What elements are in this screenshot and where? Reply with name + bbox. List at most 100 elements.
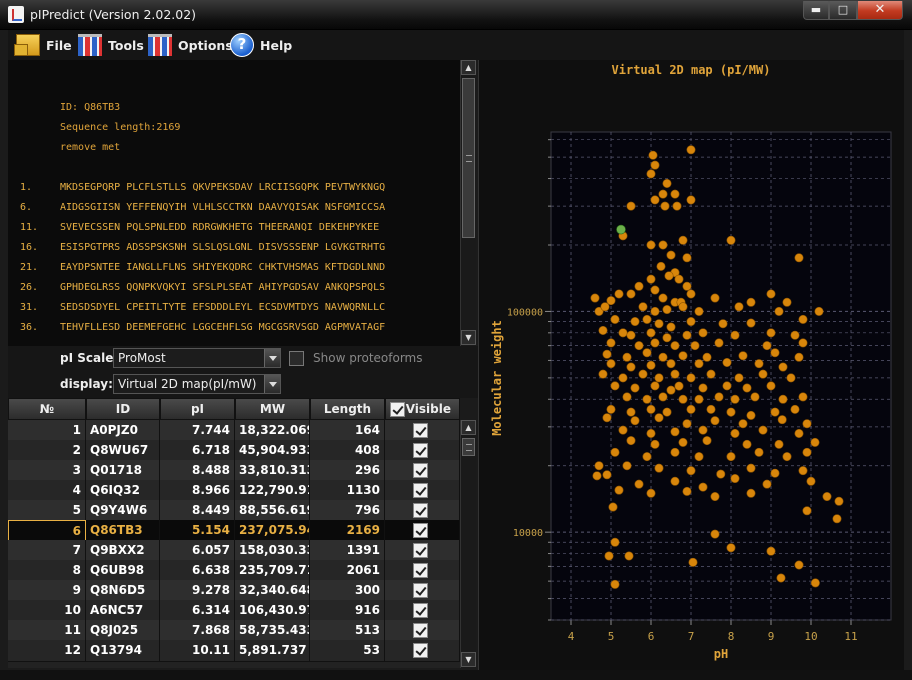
data-point	[646, 360, 656, 370]
table-row[interactable]: 5 Q9Y4W6 8.449 88,556.619 796	[8, 500, 460, 522]
visible-checkbox[interactable]	[413, 623, 428, 638]
data-point	[726, 452, 736, 462]
y-axis-label: Molecular weight	[490, 320, 504, 436]
cell-pi: 5.154	[160, 520, 235, 542]
data-point	[774, 306, 784, 316]
scroll-up-button[interactable]: ▲	[461, 420, 476, 435]
minimize-button[interactable]: ▬	[803, 1, 829, 20]
visible-checkbox[interactable]	[413, 643, 428, 658]
data-point	[734, 373, 744, 383]
column-header-mw[interactable]: MW	[235, 398, 310, 420]
visible-checkbox[interactable]	[413, 463, 428, 478]
data-point	[646, 404, 656, 414]
visible-checkbox[interactable]	[413, 483, 428, 498]
data-point	[698, 328, 708, 338]
visible-checkbox[interactable]	[413, 443, 428, 458]
cell-mw: 33,810.313	[235, 460, 310, 482]
data-point	[606, 404, 616, 414]
visible-checkbox[interactable]	[413, 583, 428, 598]
table-scrollbar[interactable]: ▲ ▼	[460, 420, 476, 668]
virtual-2d-map-chart[interactable]: 4 5 6 7 8 9 10 11 10000 100000 Virtual 2D map (pI/…	[479, 60, 905, 670]
data-point	[662, 407, 672, 417]
data-point	[766, 328, 776, 338]
scroll-thumb[interactable]	[462, 78, 475, 238]
menu-help[interactable]: ? Help	[230, 33, 292, 57]
column-header-pi[interactable]: pI	[160, 398, 235, 420]
table-row[interactable]: 2 Q8WU67 6.718 45,904.933 408	[8, 440, 460, 462]
scroll-thumb[interactable]	[462, 438, 475, 456]
pi-scale-select[interactable]: ProMost	[113, 348, 281, 368]
data-point	[682, 281, 692, 291]
select-all-visible-checkbox[interactable]	[390, 402, 405, 417]
cell-length: 408	[310, 440, 385, 462]
data-point	[646, 240, 656, 250]
data-point	[638, 302, 648, 312]
table-row[interactable]: 10A6NC576.314106,430.973916	[8, 600, 460, 622]
table-row[interactable]: 3 Q01718 8.488 33,810.313 296	[8, 460, 460, 482]
table-row[interactable]: 4Q6IQ328.966122,790.9141130	[8, 480, 460, 502]
visible-checkbox[interactable]	[413, 523, 428, 538]
menu-tools-label: Tools	[108, 37, 144, 53]
cell-id: Q6UB98	[86, 560, 160, 582]
column-header-number[interactable]: №	[8, 398, 86, 420]
data-point	[758, 425, 768, 435]
show-proteoforms-checkbox[interactable]	[289, 351, 304, 366]
sequence-text-area[interactable]: ID: Q86TB3 Sequence length:2169 remove m…	[8, 60, 460, 346]
data-point	[794, 428, 804, 438]
menu-tools[interactable]: Tools	[78, 33, 144, 57]
cell-pi: 7.744	[160, 420, 235, 442]
cell-id: Q6IQ32	[86, 480, 160, 502]
menu-options[interactable]: Options	[148, 33, 233, 57]
menu-file[interactable]: File	[14, 33, 72, 57]
column-header-length[interactable]: Length	[310, 398, 385, 420]
sequence-scrollbar[interactable]: ▲ ▼	[460, 60, 476, 346]
visible-checkbox[interactable]	[413, 563, 428, 578]
visible-checkbox[interactable]	[413, 543, 428, 558]
table-row[interactable]: 6Q86TB35.154237,075.9472169	[8, 520, 460, 542]
visible-checkbox[interactable]	[413, 503, 428, 518]
cell-length: 1130	[310, 480, 385, 502]
table-row[interactable]: 8Q6UB986.638235,709.7112061	[8, 560, 460, 582]
data-point	[672, 201, 682, 211]
data-point	[710, 492, 720, 502]
cell-number: 1	[8, 420, 86, 442]
data-point	[670, 189, 680, 199]
cell-id: A0PJZ0	[86, 420, 160, 442]
visible-checkbox[interactable]	[413, 423, 428, 438]
data-point	[722, 358, 732, 368]
column-header-visible[interactable]: Visible	[385, 398, 460, 420]
data-point	[626, 330, 636, 340]
cell-length: 164	[310, 420, 385, 442]
scroll-down-button[interactable]: ▼	[461, 330, 476, 345]
data-point	[794, 352, 804, 362]
scroll-down-button[interactable]: ▼	[461, 652, 476, 667]
cell-mw: 122,790.914	[235, 480, 310, 502]
data-point	[626, 436, 636, 446]
data-point	[686, 317, 696, 327]
sequence-length: Sequence length:2169	[60, 122, 181, 133]
data-point	[706, 404, 716, 414]
data-point	[730, 428, 740, 438]
table-row[interactable]: 11 Q8J025 7.868 58,735.433 513	[8, 620, 460, 642]
data-point	[642, 394, 652, 404]
data-point	[622, 461, 632, 471]
data-point	[806, 476, 816, 486]
cell-mw: 18,322.069	[235, 420, 310, 442]
visible-checkbox[interactable]	[413, 603, 428, 618]
scroll-up-button[interactable]: ▲	[461, 60, 476, 75]
data-point	[614, 485, 624, 495]
column-header-id[interactable]: ID	[86, 398, 160, 420]
table-row[interactable]: 7Q9BXX26.057158,030.3331391	[8, 540, 460, 562]
cell-id: Q9BXX2	[86, 540, 160, 562]
window-title: pIPredict (Version 2.02.02)	[30, 7, 197, 22]
table-row[interactable]: 12 Q13794 10.11 5,891.737 53	[8, 640, 460, 662]
x-axis-label: pH	[714, 647, 728, 661]
data-point	[746, 318, 756, 328]
table-row[interactable]: 9 Q8N6D5 9.278 32,340.648 300	[8, 580, 460, 602]
maximize-button[interactable]: □	[829, 1, 857, 20]
display-select[interactable]: Virtual 2D map(pI/mW)	[113, 374, 281, 394]
sequence-line: 11. SVEVECSSEN PQLSPNLEDD RDRGWKHETG THEE…	[20, 222, 380, 233]
close-button[interactable]: ✕	[857, 1, 903, 20]
data-point	[658, 293, 668, 303]
table-row[interactable]: 1 A0PJZ0 7.744 18,322.069 164	[8, 420, 460, 442]
